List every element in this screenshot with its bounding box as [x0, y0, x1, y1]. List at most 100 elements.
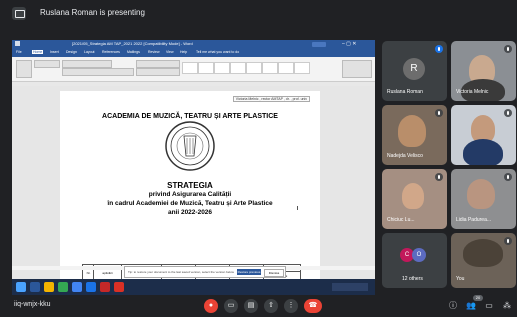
paragraph-buttons[interactable]	[136, 60, 180, 68]
captions-button[interactable]: ▤	[244, 299, 258, 313]
doc-subtitle-2: în cadrul Academiei de Muzică, Teatru și…	[107, 200, 273, 207]
menu-item[interactable]: Layout	[84, 50, 95, 54]
style-emphasis[interactable]	[278, 62, 294, 74]
dismiss-button[interactable]: Dismiss	[264, 268, 284, 277]
style-subtitle[interactable]	[262, 62, 278, 74]
mic-off-icon: ●	[208, 302, 214, 309]
activities-icon[interactable]: ⁂	[502, 301, 512, 311]
word-app-icon	[15, 41, 20, 46]
participant-tile[interactable]: Nadejda Velisco	[382, 105, 447, 165]
avatar: O	[412, 248, 426, 262]
people-icon[interactable]: 👥	[466, 301, 476, 311]
meeting-controls: iiq-wnjx-kku ● ▭ ▤ ⇧ ⋮ ☎ ⓘ 👥 20 ▭ ⁂	[0, 295, 517, 317]
camera-toggle-button[interactable]: ▭	[224, 299, 238, 313]
participant-video	[463, 239, 503, 267]
chat-icon[interactable]: ▭	[484, 301, 494, 311]
start-icon[interactable]	[16, 282, 26, 292]
menu-item[interactable]: Mailings	[127, 50, 140, 54]
present-icon: ⇧	[268, 302, 274, 309]
participants-count-badge: 20	[473, 295, 483, 301]
doc-years: anii 2022-2026	[167, 209, 213, 216]
meeting-code: iiq-wnjx-kku	[14, 301, 51, 308]
participant-tile[interactable]: R Ruslana Roman	[382, 41, 447, 101]
editing-group[interactable]	[342, 60, 372, 78]
app-taskbar-icon[interactable]	[86, 282, 96, 292]
mic-off-icon	[435, 109, 443, 117]
acrobat-taskbar-icon[interactable]	[100, 282, 110, 292]
participant-video	[467, 179, 495, 209]
system-tray[interactable]	[332, 283, 368, 291]
captions-icon: ▤	[247, 302, 255, 309]
word-taskbar-icon[interactable]	[30, 282, 40, 292]
others-tile[interactable]: C O 12 others	[382, 233, 447, 288]
mic-toggle-button[interactable]: ●	[204, 299, 218, 313]
paste-button[interactable]	[16, 60, 32, 78]
others-count: 12 others	[402, 276, 423, 282]
more-options-icon: ⋮	[287, 302, 295, 309]
info-icon[interactable]: ⓘ	[448, 301, 458, 311]
menu-item[interactable]: Help	[180, 50, 187, 54]
speaking-icon	[435, 45, 443, 53]
signin-button[interactable]	[312, 42, 326, 47]
mic-off-icon	[504, 45, 512, 53]
word-ribbon	[12, 57, 375, 82]
style-title[interactable]	[246, 62, 262, 74]
table-header: Nr.	[86, 271, 91, 275]
menu-item[interactable]: Home	[32, 50, 44, 54]
academy-seal-icon	[165, 121, 215, 171]
restore-button[interactable]: Restore previous	[237, 268, 261, 275]
font-format-buttons[interactable]	[62, 68, 134, 76]
participant-tile[interactable]: Chiciuc Lu...	[382, 169, 447, 229]
style-heading2[interactable]	[230, 62, 246, 74]
menu-item[interactable]: Design	[66, 50, 77, 54]
menu-item[interactable]: Review	[148, 50, 159, 54]
menu-item[interactable]: File	[16, 50, 22, 54]
font-select[interactable]	[62, 60, 112, 68]
present-button[interactable]: ⇧	[264, 299, 278, 313]
participant-name: You	[456, 276, 465, 282]
document-page[interactable]: Victoria Melnic , rector AMTAP , dr. , p…	[60, 91, 320, 291]
style-intense[interactable]	[294, 62, 310, 74]
participant-video-body	[463, 139, 503, 165]
cut-copy-buttons[interactable]	[34, 60, 60, 68]
menu-item[interactable]: View	[166, 50, 174, 54]
tell-me-box[interactable]: Tell me what you want to do	[196, 50, 239, 54]
end-call-button[interactable]: ☎	[304, 299, 322, 313]
participant-name: Lidia Padurea...	[456, 217, 492, 223]
style-normal[interactable]	[182, 62, 198, 74]
folder-taskbar-icon[interactable]	[44, 282, 54, 292]
style-no-spacing[interactable]	[198, 62, 214, 74]
word-title-bar: [2021/05_Strategia AM TAP_2021 2022 [Com…	[12, 40, 375, 49]
mic-off-icon	[504, 109, 512, 117]
mic-off-icon	[504, 173, 512, 181]
word-menu-bar: File Home Insert Design Layout Reference…	[12, 49, 375, 57]
style-heading1[interactable]	[214, 62, 230, 74]
excel-taskbar-icon[interactable]	[58, 282, 68, 292]
notification-text: Tip: to restore your document to the las…	[128, 270, 234, 274]
alignment-buttons[interactable]	[136, 68, 180, 76]
presenting-banner: Ruslana Roman is presenting	[0, 0, 517, 30]
participant-video	[402, 183, 424, 209]
participant-name: Victoria Melnic	[456, 89, 489, 95]
participant-tile[interactable]: Victoria Melnic	[451, 41, 516, 101]
participant-tile[interactable]: Lidia Padurea...	[451, 169, 516, 229]
more-options-button[interactable]: ⋮	[284, 299, 298, 313]
windows-taskbar	[12, 279, 375, 295]
word-window-title: [2021/05_Strategia AM TAP_2021 2022 [Com…	[72, 41, 193, 46]
participant-name: Ruslana Roman	[387, 89, 423, 95]
mic-off-icon	[504, 237, 512, 245]
header-textbox: Victoria Melnic , rector AMTAP , dr. , p…	[232, 96, 310, 102]
mic-off-icon	[435, 173, 443, 181]
app2-taskbar-icon[interactable]	[114, 282, 124, 292]
presenting-label: Ruslana Roman is presenting	[40, 8, 145, 17]
self-tile[interactable]: You	[451, 233, 516, 288]
window-controls[interactable]: – ▢ ✕	[342, 41, 356, 47]
menu-item[interactable]: References	[102, 50, 120, 54]
end-call-icon: ☎	[308, 302, 318, 309]
participant-video	[398, 115, 426, 147]
chrome-taskbar-icon[interactable]	[72, 282, 82, 292]
participant-tile[interactable]	[451, 105, 516, 165]
menu-item[interactable]: Insert	[50, 50, 59, 54]
participant-name: Nadejda Velisco	[387, 153, 423, 159]
doc-heading: ACADEMIA DE MUZICĂ, TEATRU ȘI ARTE PLAST…	[102, 113, 278, 120]
